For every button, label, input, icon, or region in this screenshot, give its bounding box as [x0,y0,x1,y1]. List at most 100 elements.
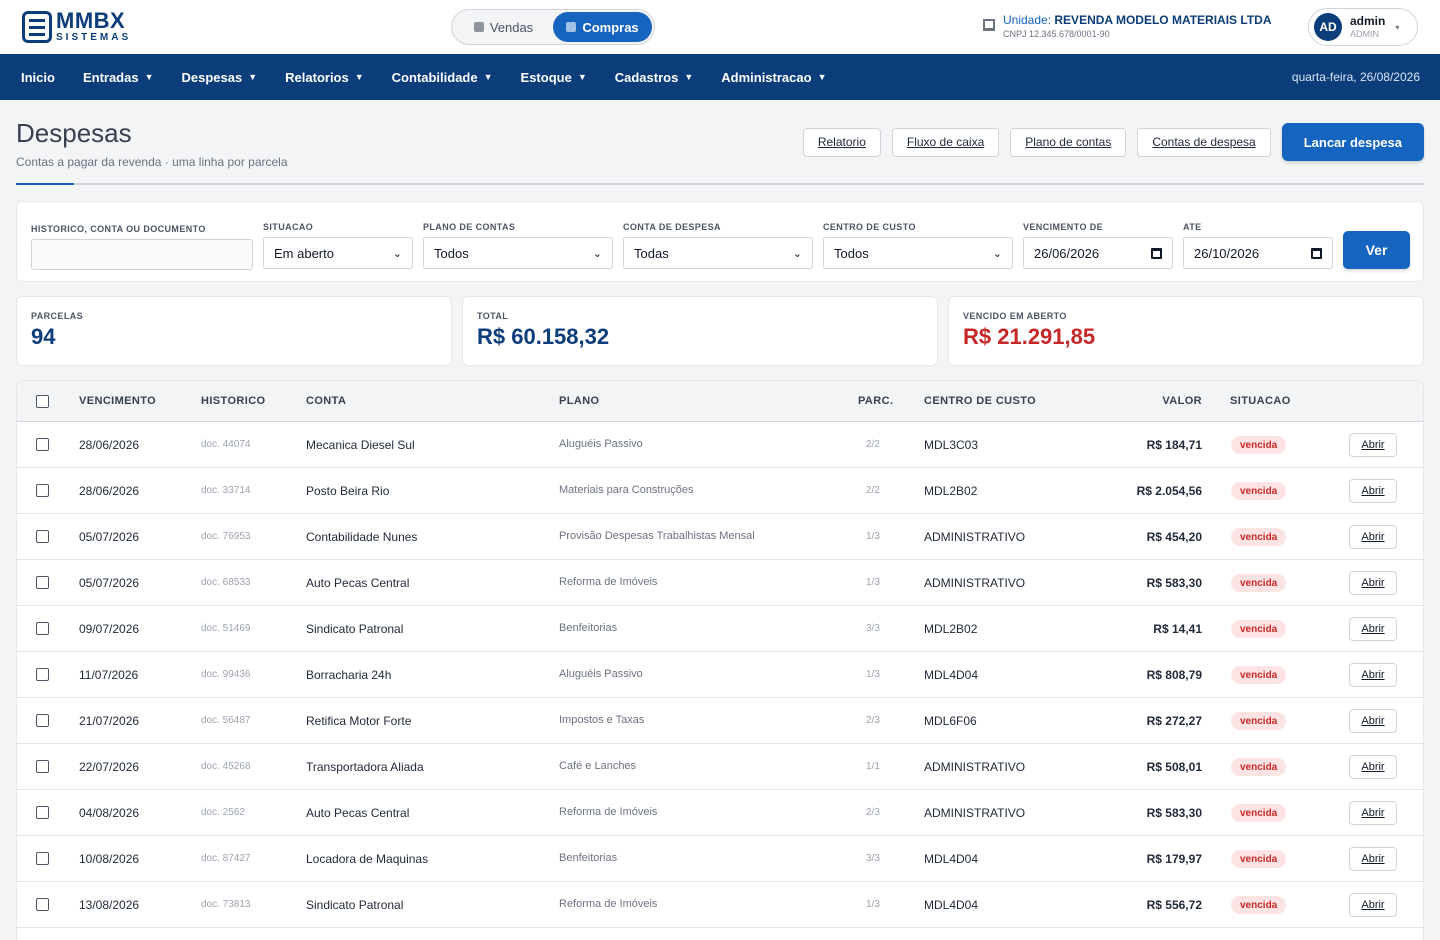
row-checkbox[interactable] [36,530,49,543]
cell-plano: Reforma de Imóveis [559,576,658,588]
row-checkbox[interactable] [36,622,49,635]
chevron-down-icon: ⌄ [792,247,802,260]
user-role: ADMIN [1350,28,1379,39]
th-situacao[interactable]: SITUACAO [1230,395,1291,407]
abrir-button[interactable]: Abrir [1349,433,1397,457]
nav-item-administracao[interactable]: Administracao ▼ [721,70,826,85]
abrir-button[interactable]: Abrir [1349,755,1397,779]
current-date: quarta-feira, 26/08/2026 [1291,70,1420,84]
abrir-button[interactable]: Abrir [1349,617,1397,641]
cell-vencimento: 21/07/2026 [79,714,140,728]
row-checkbox[interactable] [36,576,49,589]
abrir-button[interactable]: Abrir [1349,479,1397,503]
mode-compras-button[interactable]: Compras [553,12,652,42]
fluxo-caixa-button[interactable]: Fluxo de caixa [891,127,1000,157]
abrir-button[interactable]: Abrir [1349,571,1397,595]
abrir-button[interactable]: Abrir [1349,847,1397,871]
ate-group: ATE 26/10/2026 [1183,222,1333,269]
nav-label: Entradas [82,69,139,85]
row-checkbox[interactable] [36,438,49,451]
row-checkbox[interactable] [36,806,49,819]
th-plano[interactable]: PLANO [559,395,600,407]
cell-parc: 1/3 [866,669,880,680]
cell-vencimento: 09/07/2026 [79,622,140,636]
row-checkbox[interactable] [36,852,49,865]
th-parc[interactable]: PARC. [858,395,893,407]
cell-historico: doc. 68533 [201,577,251,588]
lancar-despesa-button[interactable]: Lancar despesa [1281,123,1424,161]
row-checkbox[interactable] [36,760,49,773]
summary-total: TOTAL R$ 60.158,32 [462,296,938,366]
abrir-button[interactable]: Abrir [1349,893,1397,917]
cell-historico: doc. 45268 [201,761,251,772]
brand-logo[interactable]: MMBX SISTEMAS [22,10,131,43]
nav-item-estoque[interactable]: Estoque ▼ [521,70,587,85]
caret-down-icon: ▼ [144,72,154,82]
row-checkbox[interactable] [36,668,49,681]
nav-item-relatorios[interactable]: Relatorios ▼ [285,70,364,85]
cell-conta: Locadora de Maquinas [306,852,429,866]
cell-conta: Sindicato Patronal [306,898,404,912]
nav-label: Inicio [21,69,55,85]
cell-historico: doc. 87427 [201,853,251,864]
plano-value: Todos [434,245,469,261]
table-row: 11/07/2026 doc. 99436 Borracharia 24h Alugu… [17,652,1423,698]
caret-down-icon: ▼ [248,72,258,82]
cell-historico: doc. 33714 [201,485,251,496]
cell-centro: ADMINISTRATIVO [924,530,1026,544]
status-badge: vencida [1231,482,1287,500]
parcelas-label: PARCELAS [31,311,84,321]
ate-input[interactable]: 26/10/2026 [1183,237,1333,269]
mode-vendas-button[interactable]: Vendas [454,12,553,42]
main-nav: Inicio Entradas ▼ Despesas ▼ Relatorios ▼ C… [0,54,1440,100]
relatorio-button[interactable]: Relatorio [802,127,881,157]
nav-label: Contabilidade [391,69,478,85]
contas-despesa-button[interactable]: Contas de despesa [1137,127,1271,157]
situacao-select[interactable]: Em aberto ⌄ [263,237,413,269]
centro-select[interactable]: Todos ⌄ [823,237,1013,269]
caret-down-icon: ▼ [684,72,694,82]
abrir-button[interactable]: Abrir [1349,801,1397,825]
th-conta[interactable]: CONTA [306,395,346,407]
status-badge: vencida [1231,666,1287,684]
row-checkbox[interactable] [36,714,49,727]
cell-valor: R$ 508,01 [1146,760,1202,774]
nav-item-cadastros[interactable]: Cadastros ▼ [615,70,694,85]
cell-valor: R$ 556,72 [1146,898,1202,912]
abrir-button[interactable]: Abrir [1349,525,1397,549]
nav-item-despesas[interactable]: Despesas ▼ [182,70,258,85]
nav-item-contabilidade[interactable]: Contabilidade ▼ [392,70,493,85]
select-all-checkbox[interactable] [36,395,49,408]
row-checkbox[interactable] [36,898,49,911]
nav-item-entradas[interactable]: Entradas ▼ [83,70,154,85]
th-centro[interactable]: CENTRO DE CUSTO [924,395,1036,407]
caret-down-icon: ▼ [354,72,364,82]
th-valor[interactable]: VALOR [1162,395,1202,407]
plano-select[interactable]: Todos ⌄ [423,237,613,269]
cell-valor: R$ 808,79 [1146,668,1202,682]
situacao-value: Em aberto [274,245,334,261]
nav-item-inicio[interactable]: Inicio [21,70,55,85]
ver-button[interactable]: Ver [1343,231,1410,269]
status-badge: vencida [1231,804,1287,822]
cell-plano: Benfeitorias [559,852,618,864]
cell-plano: Impostos e Taxas [559,714,645,726]
row-checkbox[interactable] [36,484,49,497]
cell-centro: MDL6F06 [924,714,977,728]
cell-conta: Mecanica Diesel Sul [306,438,415,452]
th-historico[interactable]: HISTORICO [201,395,266,407]
user-menu[interactable]: AD admin ADMIN ▾ [1308,8,1418,46]
status-badge: vencida [1231,620,1287,638]
th-vencimento[interactable]: VENCIMENTO [79,395,156,407]
cell-valor: R$ 2.054,56 [1136,484,1202,498]
status-badge: vencida [1231,850,1287,868]
cell-vencimento: 05/07/2026 [79,576,140,590]
status-badge: vencida [1231,436,1287,454]
cell-conta: Posto Beira Rio [306,484,390,498]
abrir-button[interactable]: Abrir [1349,709,1397,733]
search-input[interactable] [31,239,253,270]
abrir-button[interactable]: Abrir [1349,663,1397,687]
conta-select[interactable]: Todas ⌄ [623,237,813,269]
plano-contas-button[interactable]: Plano de contas [1010,127,1127,157]
venc-de-input[interactable]: 26/06/2026 [1023,237,1173,269]
